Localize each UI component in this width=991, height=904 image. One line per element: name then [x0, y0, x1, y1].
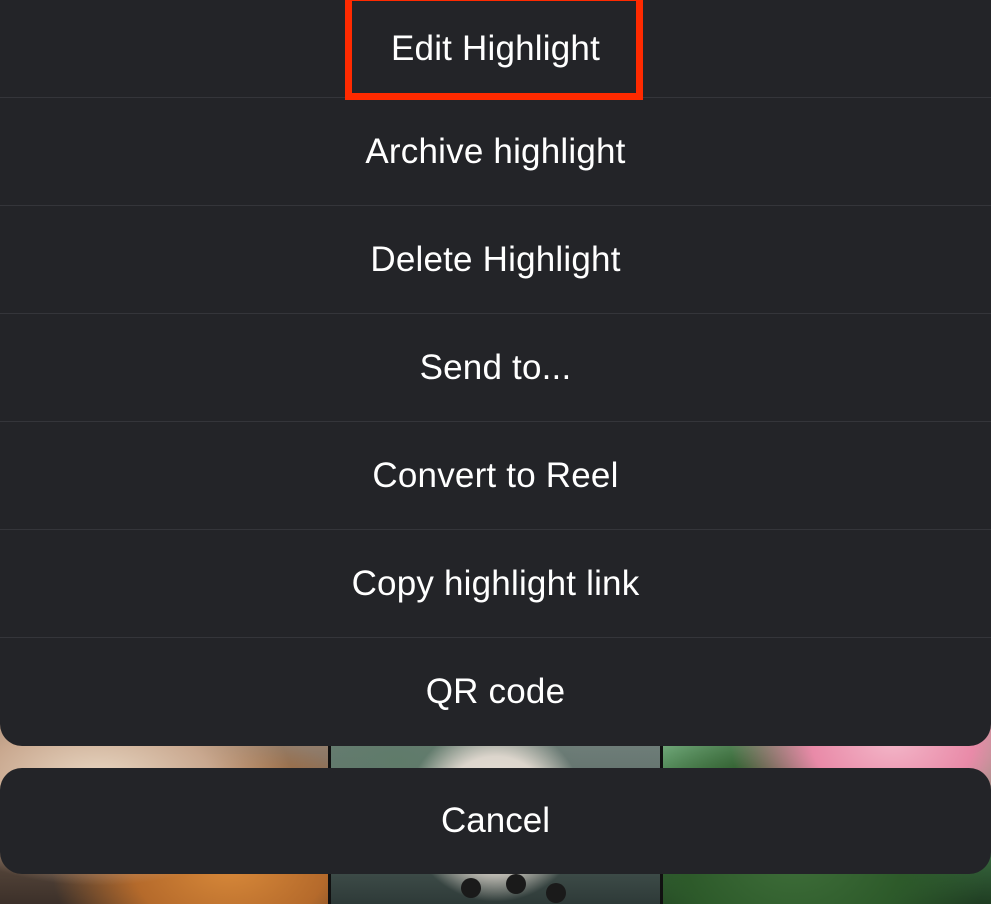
- archive-highlight-button[interactable]: Archive highlight: [0, 98, 991, 206]
- decoration-dot: [506, 874, 527, 894]
- convert-to-reel-label: Convert to Reel: [372, 455, 619, 495]
- screen: Edit Highlight Archive highlight Delete …: [0, 0, 991, 904]
- qr-code-button[interactable]: QR code: [0, 638, 991, 745]
- delete-highlight-label: Delete Highlight: [370, 239, 621, 279]
- cancel-label: Cancel: [441, 801, 550, 840]
- delete-highlight-button[interactable]: Delete Highlight: [0, 206, 991, 314]
- copy-highlight-link-label: Copy highlight link: [351, 563, 640, 603]
- send-to-button[interactable]: Send to...: [0, 314, 991, 422]
- decoration-dot: [546, 883, 567, 903]
- convert-to-reel-button[interactable]: Convert to Reel: [0, 422, 991, 530]
- copy-highlight-link-button[interactable]: Copy highlight link: [0, 530, 991, 638]
- edit-highlight-button[interactable]: Edit Highlight: [0, 0, 991, 98]
- archive-highlight-label: Archive highlight: [365, 131, 626, 171]
- cancel-button[interactable]: Cancel: [0, 768, 991, 874]
- decoration-dot: [461, 878, 482, 898]
- highlight-action-sheet: Edit Highlight Archive highlight Delete …: [0, 0, 991, 746]
- qr-code-label: QR code: [425, 671, 566, 711]
- send-to-label: Send to...: [419, 347, 572, 387]
- edit-highlight-label: Edit Highlight: [390, 28, 601, 68]
